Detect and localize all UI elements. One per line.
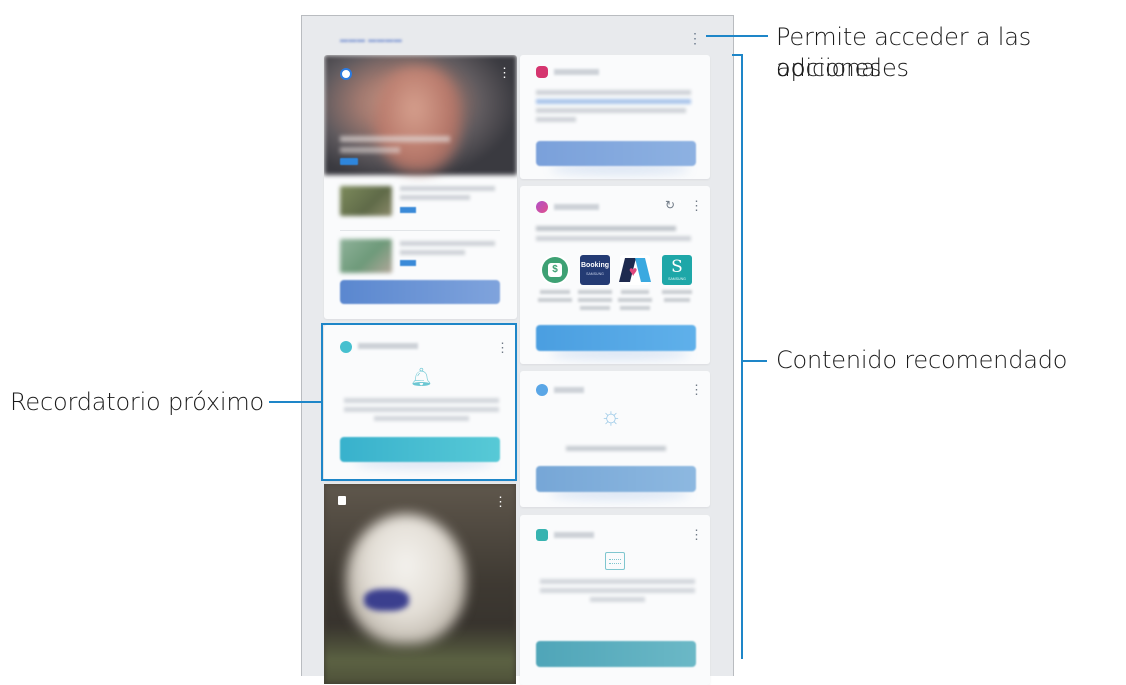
options-callout-line2: adicionales	[776, 54, 909, 82]
apps-line-1	[536, 226, 676, 231]
weather-action-button[interactable]	[536, 466, 696, 492]
reminder-highlight-box	[321, 323, 517, 481]
video-face-image	[376, 67, 461, 172]
weather-more-icon[interactable]: ⋮	[690, 383, 703, 397]
video-2-tag	[400, 260, 416, 266]
reminder-callout-line	[269, 401, 321, 403]
more-options-icon[interactable]: ⋮	[688, 29, 702, 47]
video-subtitle-blurred	[340, 147, 400, 153]
samsung-tile-caption: SAMSUNG	[668, 277, 686, 281]
app-tile-3[interactable]: ♥	[619, 255, 651, 285]
calendar-app-icon	[536, 529, 548, 541]
booking-sublabel: SAMSUNG	[586, 272, 604, 276]
divider	[340, 230, 500, 231]
recommended-callout-label: Contenido recomendado	[776, 346, 1068, 374]
photo-more-icon[interactable]: ⋮	[494, 495, 507, 509]
dog-bandana	[364, 589, 409, 611]
app-icon-pink	[536, 66, 548, 78]
weather-app-icon	[536, 384, 548, 396]
calendar-text-line-1	[540, 579, 695, 584]
card-1-line-2	[536, 99, 691, 104]
calendar-text-line-2	[540, 588, 695, 593]
booking-app-tile[interactable]: Booking SAMSUNG	[580, 255, 610, 285]
video-card[interactable]: ⋮	[324, 55, 517, 319]
video-title-blurred	[340, 136, 450, 142]
samsung-tile-letter: S	[671, 257, 683, 277]
weather-text-line	[566, 446, 666, 451]
card-1-line-3	[536, 108, 686, 113]
calendar-card-title	[554, 532, 594, 538]
galaxy-apps-icon	[536, 201, 548, 213]
card-1-title	[554, 69, 599, 75]
app-tile-1[interactable]: $	[540, 255, 570, 285]
photo-card[interactable]: ⋮	[324, 484, 516, 684]
calendar-icon	[605, 552, 625, 570]
apps-line-2	[536, 236, 691, 241]
video-2-subtitle-blurred	[400, 250, 465, 255]
app-caption-1	[533, 290, 577, 306]
apps-card-title	[554, 204, 599, 210]
video-2-title-blurred	[400, 241, 495, 246]
app-caption-3	[613, 290, 657, 314]
calendar-more-icon[interactable]: ⋮	[690, 528, 703, 542]
weather-card[interactable]: ⋮ ☼	[520, 371, 710, 507]
options-callout-line	[706, 35, 768, 37]
video-1-tag	[400, 207, 416, 213]
refresh-icon[interactable]: ↻	[665, 198, 675, 212]
apps-more-icon[interactable]: ⋮	[690, 199, 703, 213]
video-thumb-2[interactable]	[340, 239, 392, 273]
watch-more-button[interactable]	[340, 280, 500, 304]
recommended-bracket-vertical	[741, 54, 743, 659]
apps-action-button[interactable]	[536, 325, 696, 351]
calendar-card[interactable]: ⋮	[520, 515, 710, 685]
calendar-text-line-3	[590, 597, 645, 602]
sun-icon: ☼	[600, 403, 622, 430]
card-1-action-button[interactable]	[536, 141, 696, 166]
reminder-callout-label: Recordatorio próximo	[10, 388, 265, 416]
video-more-icon[interactable]: ⋮	[498, 66, 511, 80]
samsung-app-tile[interactable]: S SAMSUNG	[662, 255, 692, 285]
booking-label: Booking	[581, 262, 609, 269]
video-1-title-blurred	[400, 186, 495, 191]
video-tag	[340, 158, 358, 165]
app-caption-4	[655, 290, 699, 306]
card-1-line-4	[536, 117, 576, 122]
calendar-action-button[interactable]	[536, 641, 696, 667]
app-caption-2	[573, 290, 617, 314]
screen-title: ▬▬▬ ▬▬▬▬	[340, 35, 403, 44]
gallery-icon	[338, 496, 346, 505]
youtube-icon	[340, 68, 352, 80]
video-1-subtitle-blurred	[400, 195, 470, 200]
recommended-callout-line	[741, 360, 767, 362]
recommended-card-1[interactable]	[520, 55, 710, 179]
card-1-line-1	[536, 90, 691, 95]
weather-card-title	[554, 387, 584, 393]
recommended-apps-card[interactable]: ↻ ⋮ $ Booking SAMSUNG ♥ S SAMSUNG	[520, 186, 710, 364]
dog-photo	[346, 514, 466, 644]
video-thumb-1[interactable]	[340, 186, 392, 216]
